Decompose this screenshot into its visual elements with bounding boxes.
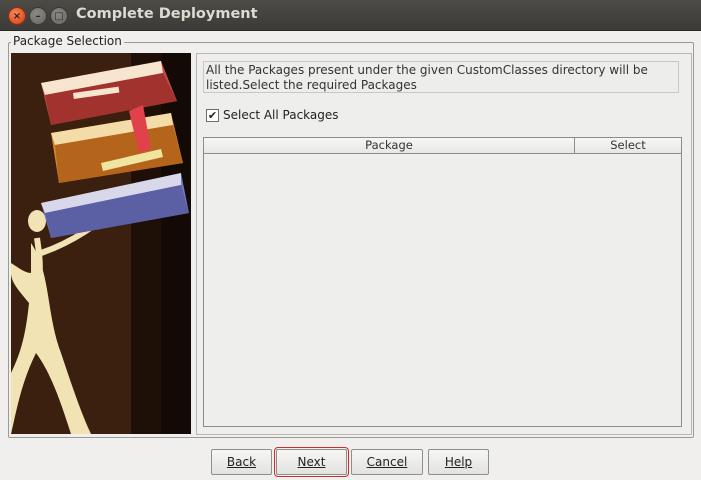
back-button[interactable]: Back xyxy=(211,449,272,475)
column-header-package[interactable]: Package xyxy=(204,138,575,153)
window-title: Complete Deployment xyxy=(76,6,258,22)
select-all-row[interactable]: ✔ Select All Packages xyxy=(206,108,339,122)
package-selection-legend: Package Selection xyxy=(11,34,124,48)
select-all-checkbox[interactable]: ✔ xyxy=(206,108,219,122)
close-icon: × xyxy=(12,10,22,22)
title-bar: × – □ Complete Deployment xyxy=(0,0,701,31)
package-table[interactable]: Package Select xyxy=(203,137,682,427)
close-window-button[interactable]: × xyxy=(8,7,26,25)
next-button[interactable]: Next xyxy=(274,447,349,477)
maximize-window-button[interactable]: □ xyxy=(50,7,68,25)
books-clipart xyxy=(11,53,191,434)
minimize-icon: – xyxy=(35,10,41,22)
help-button[interactable]: Help xyxy=(428,449,489,475)
column-header-select[interactable]: Select xyxy=(575,138,681,153)
package-description: All the Packages present under the given… xyxy=(203,61,679,93)
maximize-icon: □ xyxy=(54,10,64,22)
check-icon: ✔ xyxy=(207,108,218,122)
minimize-window-button[interactable]: – xyxy=(29,7,47,25)
cancel-button[interactable]: Cancel xyxy=(351,449,423,475)
books-illustration xyxy=(11,53,191,434)
select-all-label[interactable]: Select All Packages xyxy=(223,108,339,122)
table-header: Package Select xyxy=(204,138,681,154)
